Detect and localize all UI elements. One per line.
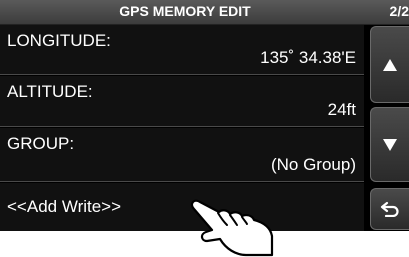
page-indicator: 2/2: [389, 3, 409, 19]
triangle-up-icon: [383, 58, 397, 71]
altitude-label: ALTITUDE:: [7, 82, 93, 101]
group-row[interactable]: GROUP: (No Group): [0, 128, 364, 182]
longitude-value: 135˚ 34.38'E: [260, 48, 356, 67]
add-write-row[interactable]: <<Add Write>>: [0, 183, 364, 231]
triangle-down-icon: [383, 138, 397, 151]
group-value: (No Group): [270, 155, 356, 174]
title-bar: GPS MEMORY EDIT 2/2: [0, 0, 409, 25]
group-label: GROUP:: [7, 134, 75, 153]
longitude-row[interactable]: LONGITUDE: 135˚ 34.38'E: [0, 25, 364, 75]
return-arrow-icon: [380, 201, 399, 217]
scroll-down-button[interactable]: [370, 107, 409, 182]
back-button[interactable]: [370, 188, 409, 230]
altitude-value: 24ft: [327, 100, 356, 119]
scroll-up-button[interactable]: [370, 26, 409, 103]
add-write-label: <<Add Write>>: [7, 197, 122, 216]
pointing-hand-icon: [190, 199, 274, 257]
longitude-label: LONGITUDE:: [7, 31, 111, 50]
altitude-row[interactable]: ALTITUDE: 24ft: [0, 76, 364, 127]
page-title: GPS MEMORY EDIT: [119, 3, 251, 19]
